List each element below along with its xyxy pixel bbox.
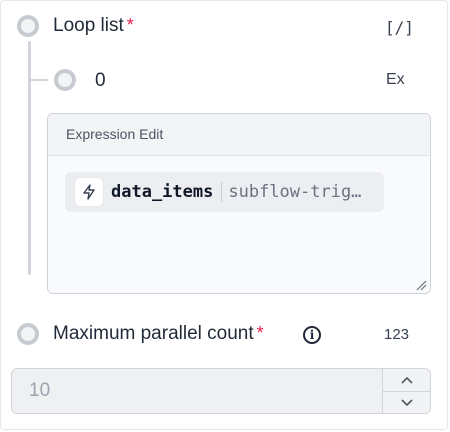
expression-type-tag[interactable]: Ex <box>386 71 405 89</box>
info-icon[interactable]: i <box>303 326 321 344</box>
max-parallel-label: Maximum parallel count <box>53 323 254 344</box>
item-index: 0 <box>95 70 106 91</box>
quantity-stepper <box>382 369 430 413</box>
variable-chip[interactable]: data_items subflow-trig… <box>65 172 384 212</box>
max-parallel-input[interactable]: 10 <box>11 368 431 414</box>
number-type-tag[interactable]: 123 <box>384 326 409 343</box>
tree-connector-line <box>28 41 31 275</box>
decrement-button[interactable] <box>383 392 430 413</box>
loop-config-panel: Loop list * [/] 0 Ex Expression Edit data… <box>0 0 448 430</box>
max-parallel-label-wrap: Maximum parallel count * <box>53 323 264 345</box>
chip-divider <box>221 182 223 202</box>
chevron-up-icon <box>400 376 413 384</box>
variable-source: subflow-trig… <box>228 182 362 202</box>
loop-list-label-wrap: Loop list * <box>53 15 134 37</box>
required-mark: * <box>126 15 134 35</box>
required-mark: * <box>256 323 264 343</box>
item-radio[interactable] <box>54 69 76 91</box>
loop-list-radio[interactable] <box>17 15 39 37</box>
expression-editor-body[interactable]: data_items subflow-trig… <box>48 156 430 293</box>
tree-branch-line <box>28 79 48 81</box>
max-parallel-radio[interactable] <box>17 323 39 345</box>
increment-button[interactable] <box>383 369 430 392</box>
resize-handle-icon[interactable] <box>415 279 427 291</box>
max-parallel-value: 10 <box>29 380 51 401</box>
expression-editor-header: Expression Edit <box>48 114 430 156</box>
array-type-tag[interactable]: [/] <box>385 18 414 37</box>
expression-editor[interactable]: Expression Edit data_items subflow-trig… <box>47 113 431 294</box>
loop-list-label: Loop list <box>53 15 124 36</box>
lightning-icon <box>75 178 103 206</box>
variable-name: data_items <box>111 182 214 202</box>
chevron-down-icon <box>400 399 413 407</box>
